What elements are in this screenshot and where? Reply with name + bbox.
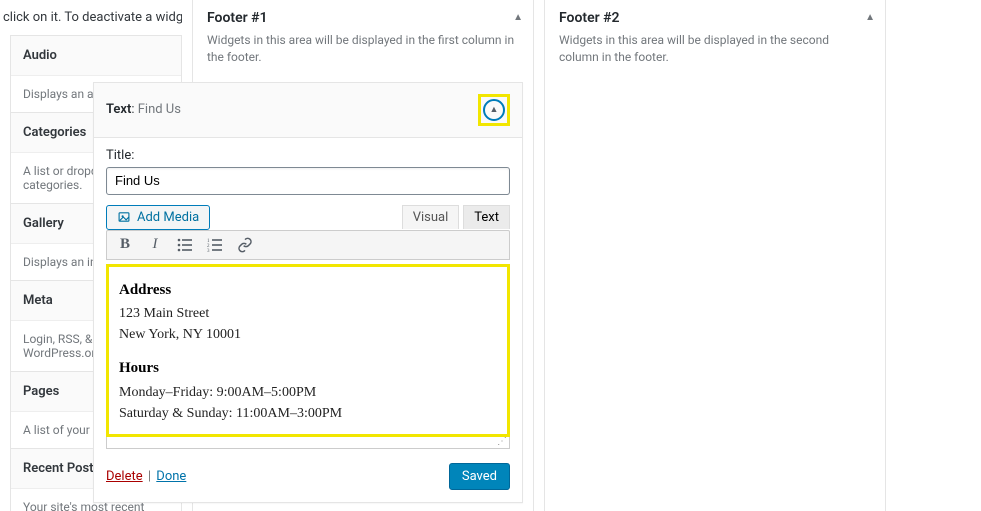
highlight-collapse: ▲ xyxy=(478,94,510,126)
link-separator: | xyxy=(148,469,151,484)
content-line-1: 123 Main Street xyxy=(119,303,497,324)
bullet-list-icon xyxy=(177,237,193,253)
content-line-2: New York, NY 10001 xyxy=(119,324,497,345)
text-widget-expanded: Text: Find Us ▲ Title: Add xyxy=(93,82,523,503)
fragment-text: click on it. To deactivate a widget and xyxy=(0,0,182,35)
saved-button[interactable]: Saved xyxy=(449,463,510,490)
italic-button[interactable]: I xyxy=(147,237,163,253)
add-media-label: Add Media xyxy=(137,210,199,225)
title-label: Title: xyxy=(106,148,510,163)
svg-text:3: 3 xyxy=(207,249,210,253)
title-input[interactable] xyxy=(106,167,510,195)
editor-resize-row: ⋰ xyxy=(106,437,510,449)
delete-link[interactable]: Delete xyxy=(106,469,143,484)
caret-up-icon[interactable]: ▲ xyxy=(513,12,523,23)
footer1-area-header[interactable]: Footer #1 Widgets in this area will be d… xyxy=(193,0,533,72)
done-link[interactable]: Done xyxy=(156,469,186,484)
widget-title: Audio xyxy=(11,36,181,76)
widget-expanded-header[interactable]: Text: Find Us ▲ xyxy=(94,83,522,138)
caret-up-icon[interactable]: ▲ xyxy=(865,12,875,23)
editor-tabs: Visual Text xyxy=(402,205,510,229)
numbered-list-icon: 123 xyxy=(207,237,223,253)
collapse-widget-button[interactable]: ▲ xyxy=(483,99,505,121)
editor-content[interactable]: Address 123 Main Street New York, NY 100… xyxy=(106,264,510,437)
content-heading-hours: Hours xyxy=(119,357,497,380)
content-line-4: Saturday & Sunday: 11:00AM–3:00PM xyxy=(119,403,497,424)
media-icon xyxy=(117,210,131,224)
footer2-area-header[interactable]: Footer #2 Widgets in this area will be d… xyxy=(545,0,885,72)
widget-footer-links: Delete | Done xyxy=(106,469,186,484)
content-heading-address: Address xyxy=(119,279,497,302)
footer2-area-title: Footer #2 xyxy=(559,10,871,26)
link-icon xyxy=(237,237,253,253)
bullet-list-button[interactable] xyxy=(177,237,193,253)
footer1-area-desc: Widgets in this area will be displayed i… xyxy=(207,32,519,66)
footer2-area-desc: Widgets in this area will be displayed i… xyxy=(559,32,871,66)
link-button[interactable] xyxy=(237,237,253,253)
resize-handle-icon[interactable]: ⋰ xyxy=(497,437,507,448)
editor-toolbar: B I 123 xyxy=(106,230,510,260)
bold-button[interactable]: B xyxy=(117,237,133,253)
widget-type-label: Text: Find Us xyxy=(106,102,181,117)
content-line-3: Monday–Friday: 9:00AM–5:00PM xyxy=(119,382,497,403)
tab-visual[interactable]: Visual xyxy=(402,205,460,229)
tab-text[interactable]: Text xyxy=(463,205,510,229)
footer1-area-title: Footer #1 xyxy=(207,10,519,26)
numbered-list-button[interactable]: 123 xyxy=(207,237,223,253)
add-media-button[interactable]: Add Media xyxy=(106,205,210,230)
